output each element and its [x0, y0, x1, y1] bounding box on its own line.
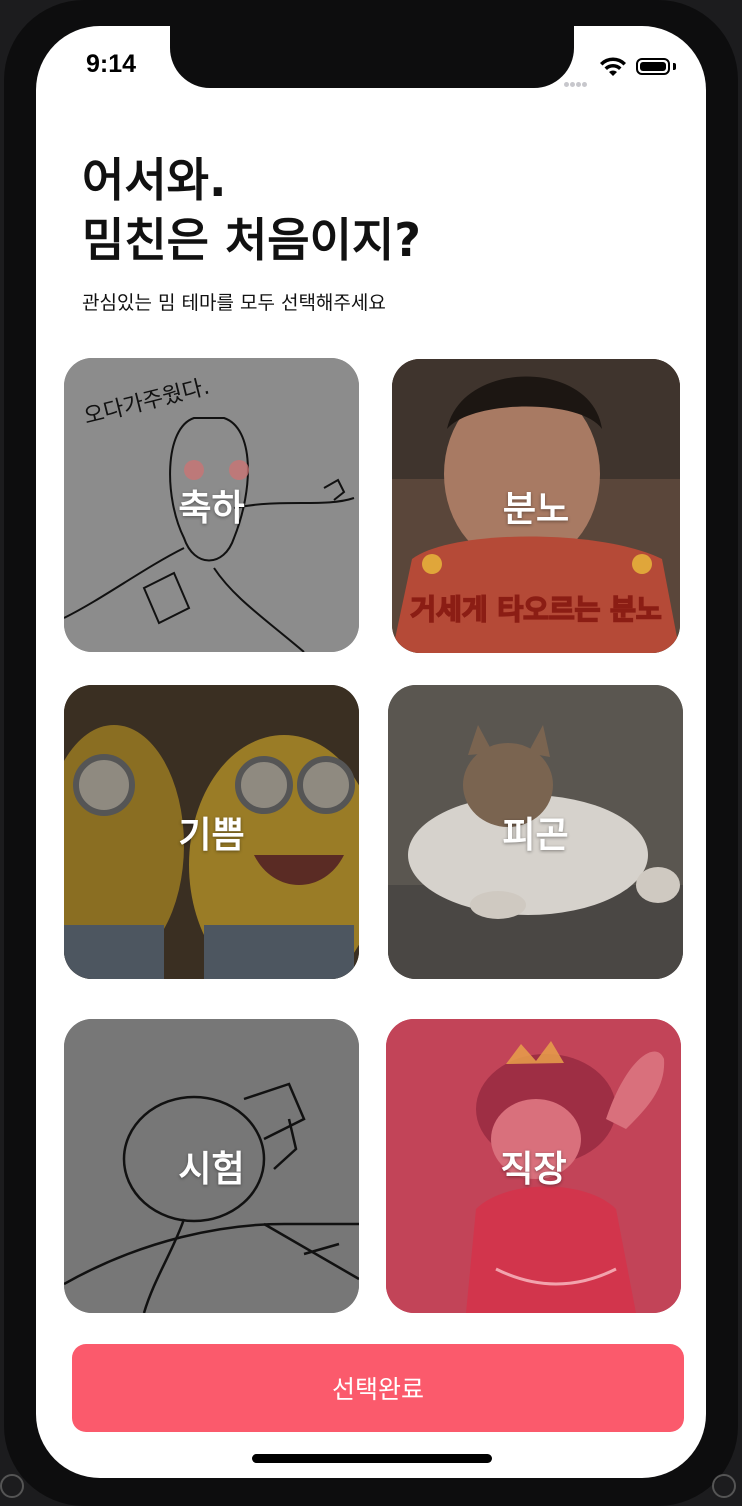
- theme-label: 분노: [502, 489, 570, 530]
- filter-icon: [712, 1474, 736, 1498]
- theme-label: 직장: [500, 1149, 567, 1190]
- phone-screen: 9:14 어서와. 밈친은 처음이지? 관심있는 밈 테마를 모두 선택해주세요…: [36, 26, 706, 1478]
- theme-card-anger[interactable]: 거세게 타오르는 분노 분노: [392, 359, 680, 653]
- battery-cap: [673, 63, 676, 70]
- anger-caption: 거세게 타오르는 분노: [410, 593, 661, 626]
- battery-icon: [636, 58, 670, 75]
- confirm-selection-button[interactable]: 선택완료: [72, 1344, 684, 1432]
- title-line-1: 어서와.: [82, 153, 227, 207]
- page-title: 어서와. 밈친은 처음이지?: [82, 150, 421, 270]
- filter-icon: [0, 1474, 24, 1498]
- theme-card-exam[interactable]: 시험: [64, 1019, 359, 1313]
- theme-label: 축하: [178, 488, 245, 529]
- theme-card-joy[interactable]: 기쁨: [64, 685, 359, 979]
- wifi-icon: [600, 57, 626, 76]
- theme-card-tired[interactable]: 피곤: [388, 685, 683, 979]
- theme-label: 시험: [178, 1149, 245, 1190]
- theme-label: 기쁨: [178, 815, 245, 856]
- theme-label: 피곤: [502, 815, 569, 856]
- home-indicator: [252, 1454, 492, 1463]
- page-subtitle: 관심있는 밈 테마를 모두 선택해주세요: [82, 292, 386, 314]
- cellular-signal-icon: [564, 72, 590, 87]
- status-time: 9:14: [86, 50, 137, 78]
- title-line-2: 밈친은 처음이지?: [82, 213, 421, 267]
- theme-card-work[interactable]: 직장: [386, 1019, 681, 1313]
- notch: [170, 26, 574, 88]
- theme-card-celebration[interactable]: 오다가주웠다. 축하: [64, 358, 359, 652]
